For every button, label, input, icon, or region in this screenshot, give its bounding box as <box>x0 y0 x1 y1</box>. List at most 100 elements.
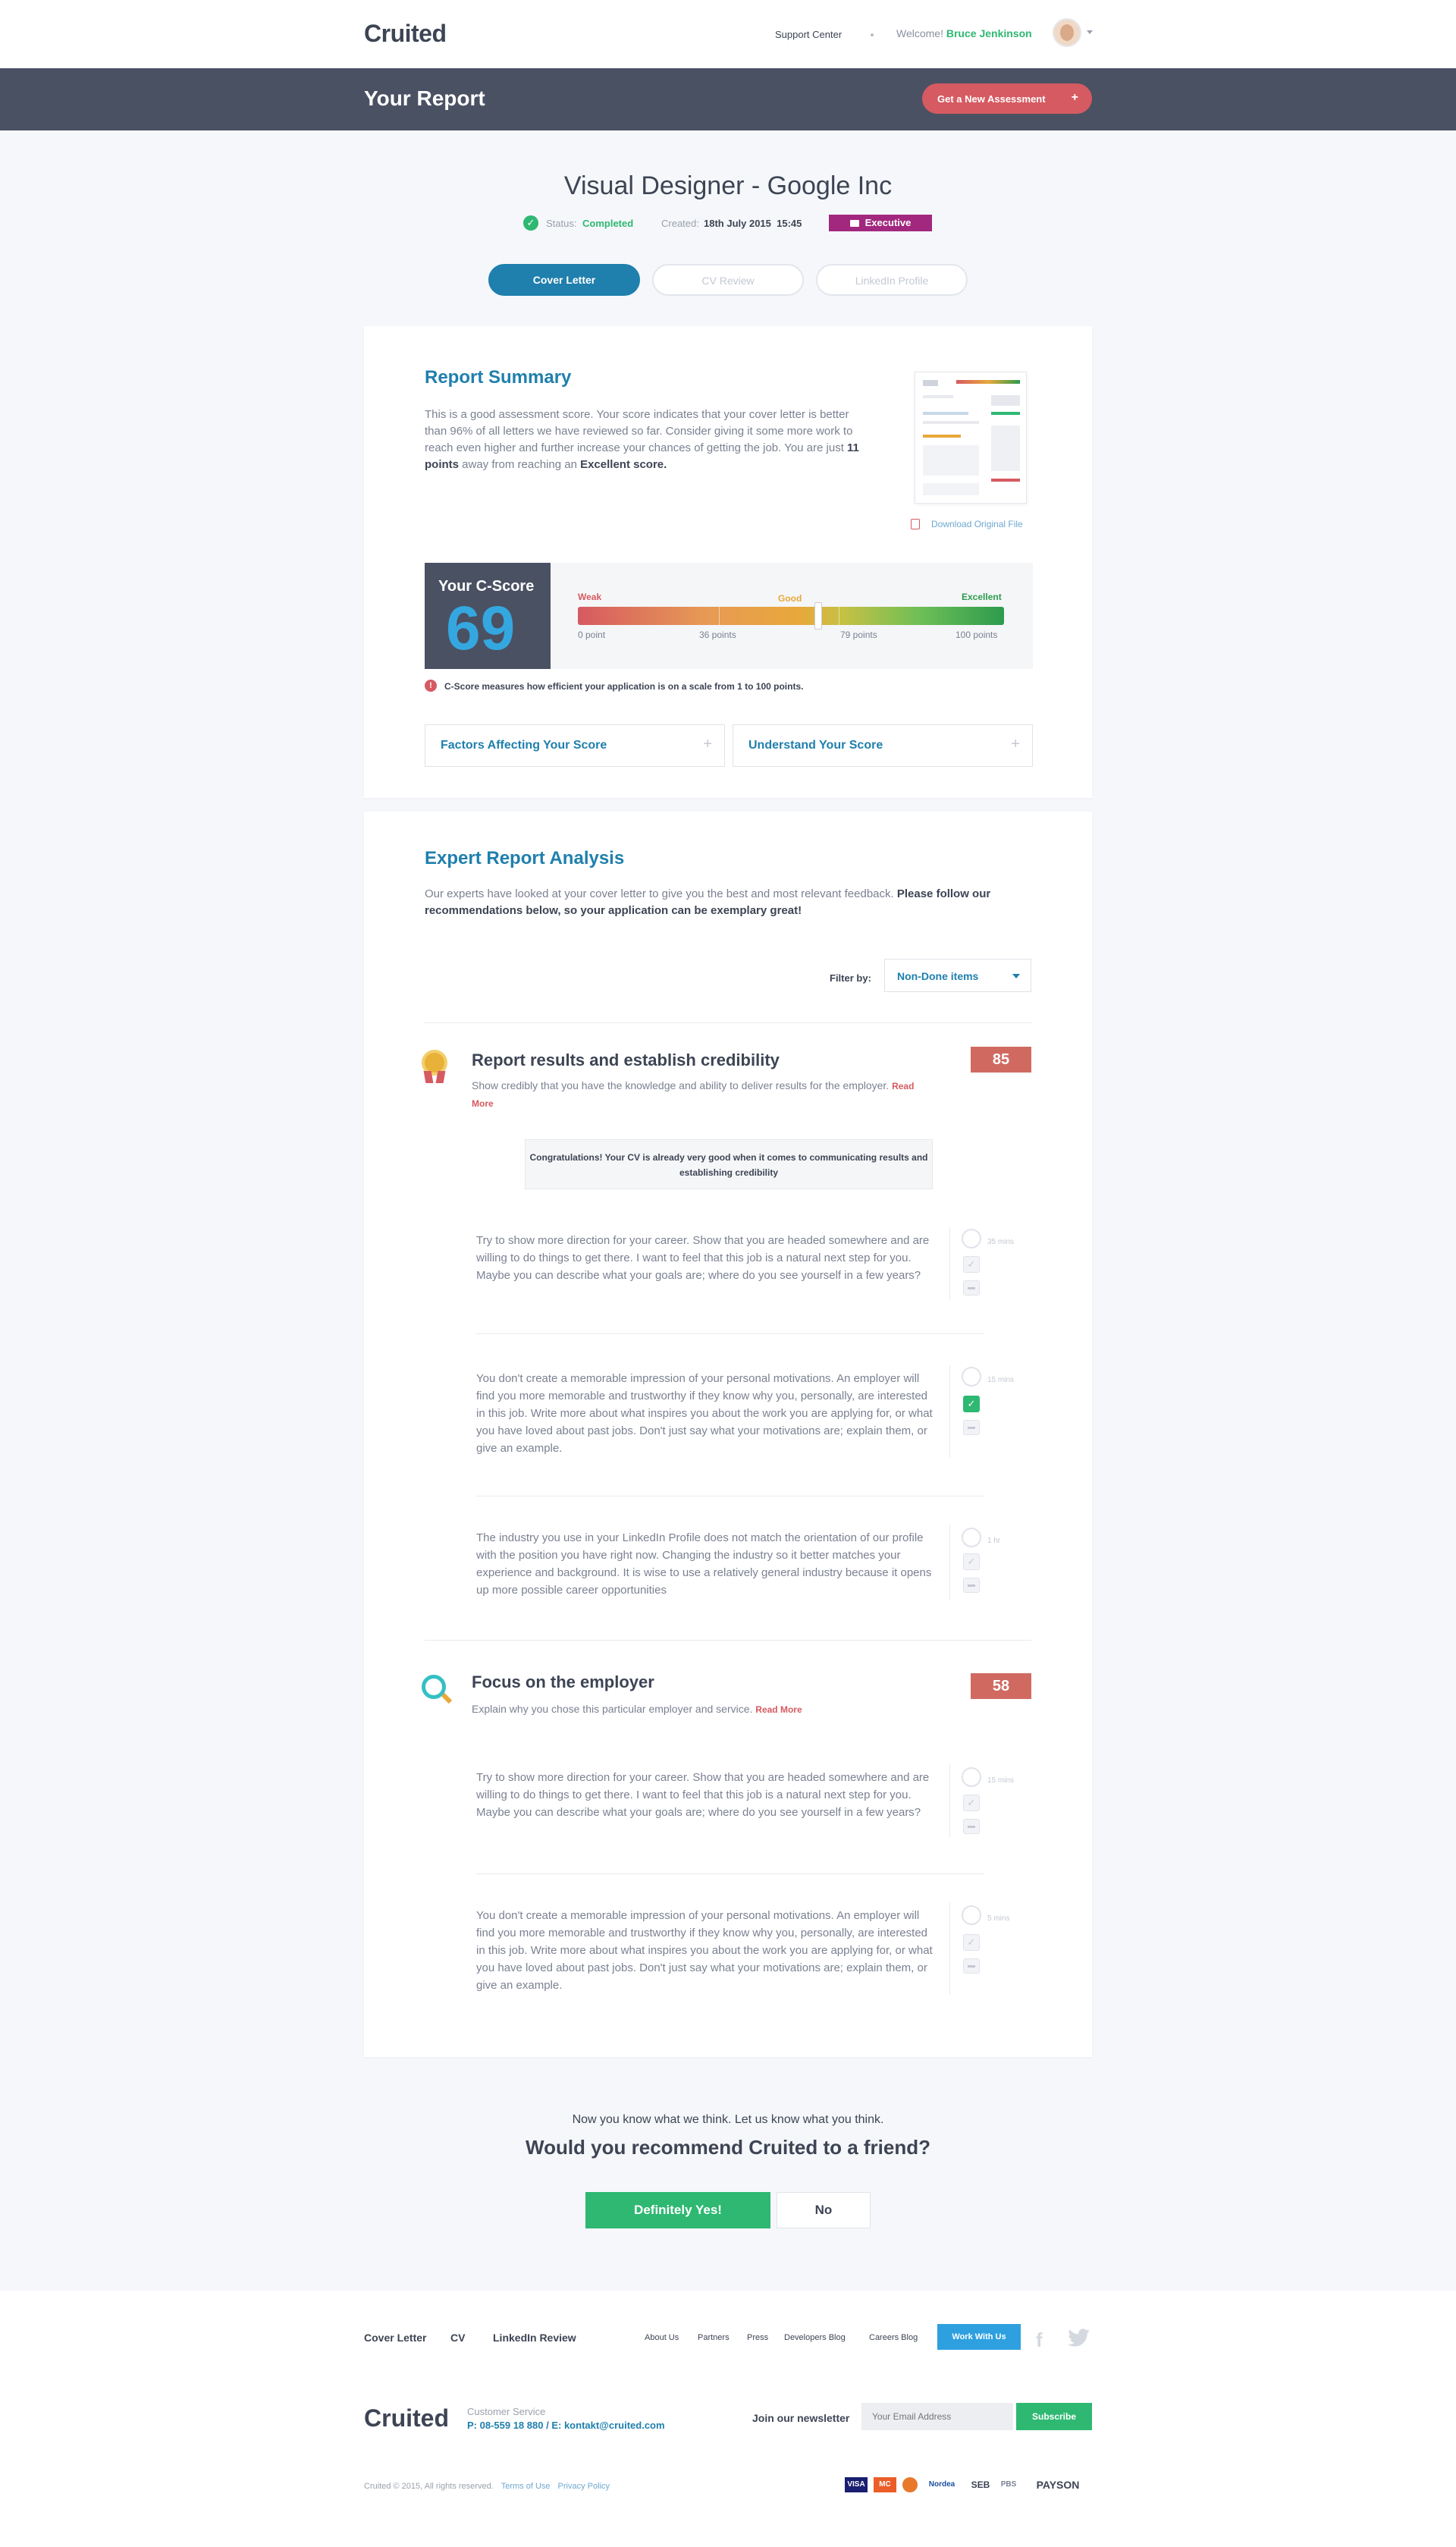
points-0: 0 point <box>578 630 606 640</box>
pbs-icon: PBS <box>1000 2480 1017 2489</box>
level-badge: Executive <box>829 215 932 231</box>
congrats-message: Congratulations! Your CV is already very… <box>525 1139 933 1189</box>
time-estimate: 15 mins <box>987 1776 1015 1785</box>
footer-link-careers-blog[interactable]: Careers Blog <box>869 2333 918 2342</box>
analysis-intro: Our experts have looked at your cover le… <box>425 886 1031 919</box>
section-score-badge: 85 <box>971 1047 1031 1073</box>
timer-icon <box>962 1905 981 1925</box>
timer-icon <box>962 1767 981 1787</box>
comment-icon[interactable]: ▬ <box>963 1420 980 1435</box>
read-more-link[interactable]: Read More <box>755 1704 802 1715</box>
item-divider <box>949 1525 950 1600</box>
check-circle-icon: ✓ <box>523 215 538 231</box>
footer-nav-cv[interactable]: CV <box>450 2332 465 2344</box>
chevron-down-icon <box>1012 974 1020 978</box>
feedback-subtitle: Now you know what we think. Let us know … <box>572 2113 884 2126</box>
footer-link-partners[interactable]: Partners <box>698 2333 730 2342</box>
customer-service-label: Customer Service <box>467 2406 546 2417</box>
welcome-prefix: Welcome! <box>896 27 943 39</box>
no-button[interactable]: No <box>777 2192 871 2228</box>
recommendation-text: Try to show more direction for your care… <box>476 1234 930 1282</box>
summary-text: This is a good assessment score. Your sc… <box>425 407 861 473</box>
time-estimate: 1 hr <box>987 1537 1001 1545</box>
tab-cv-review[interactable]: CV Review <box>652 264 804 296</box>
feedback-question: Would you recommend Cruited to a friend? <box>526 2136 930 2159</box>
section-title-credibility: Report results and establish credibility <box>472 1051 780 1069</box>
timer-icon <box>962 1528 981 1547</box>
comment-icon[interactable]: ▬ <box>963 1280 980 1295</box>
plus-icon: + <box>1071 91 1078 104</box>
yes-button[interactable]: Definitely Yes! <box>585 2192 770 2228</box>
section-desc-employer: Explain why you chose this particular em… <box>472 1701 934 1718</box>
filter-select[interactable]: Non-Done items <box>884 959 1031 992</box>
item-divider <box>949 1365 950 1458</box>
time-estimate: 5 mins <box>987 1914 1010 1923</box>
divider <box>425 1640 1031 1641</box>
work-with-us-button[interactable]: Work With Us <box>937 2324 1021 2350</box>
level-weak: Weak <box>578 592 602 602</box>
comment-icon[interactable]: ▬ <box>963 1578 980 1593</box>
logo[interactable]: Cruited <box>364 20 447 48</box>
item-divider <box>949 1764 950 1837</box>
copyright-text: Cruited © 2015, All rights reserved. <box>364 2482 494 2491</box>
status-label: Status: <box>546 218 577 229</box>
subscribe-button[interactable]: Subscribe <box>1016 2403 1092 2430</box>
footer-logo[interactable]: Cruited <box>364 2404 449 2432</box>
chevron-down-icon[interactable] <box>1087 30 1093 34</box>
new-assessment-button[interactable]: Get a New Assessment + <box>922 83 1092 114</box>
document-thumbnail[interactable] <box>915 372 1027 504</box>
user-name[interactable]: Bruce Jenkinson <box>946 27 1032 39</box>
plus-icon: + <box>703 736 712 752</box>
filter-label: Filter by: <box>830 972 871 984</box>
privacy-link[interactable]: Privacy Policy <box>558 2482 610 2491</box>
twitter-icon[interactable] <box>1066 2329 1092 2348</box>
understand-accordion[interactable]: Understand Your Score + <box>733 724 1033 767</box>
mark-done-checkbox[interactable]: ✓ <box>963 1396 980 1412</box>
understand-accordion-label: Understand Your Score <box>748 739 883 752</box>
footer-link-about[interactable]: About Us <box>645 2333 679 2342</box>
facebook-icon[interactable]: f <box>1036 2329 1043 2352</box>
recommendation-text: You don't create a memorable impression … <box>476 1372 933 1455</box>
report-summary-heading: Report Summary <box>425 367 572 388</box>
comment-icon[interactable]: ▬ <box>963 1958 980 1974</box>
section-desc-text: Explain why you chose this particular em… <box>472 1703 753 1715</box>
factors-accordion-label: Factors Affecting Your Score <box>441 739 607 752</box>
footer-nav-cover-letter[interactable]: Cover Letter <box>364 2332 426 2344</box>
terms-link[interactable]: Terms of Use <box>501 2482 551 2491</box>
footer <box>0 2291 1456 2547</box>
section-title-employer: Focus on the employer <box>472 1672 654 1691</box>
support-center-link[interactable]: Support Center <box>775 29 842 40</box>
divider <box>425 1022 1031 1023</box>
email[interactable]: E: kontakt@cruited.com <box>551 2420 664 2431</box>
footer-link-dev-blog[interactable]: Developers Blog <box>784 2333 846 2342</box>
footer-link-press[interactable]: Press <box>747 2333 768 2342</box>
newsletter-email-input[interactable] <box>861 2403 1013 2430</box>
tab-cover-letter[interactable]: Cover Letter <box>488 264 640 296</box>
level-badge-label: Executive <box>864 217 912 228</box>
pdf-icon <box>911 519 920 529</box>
payson-icon: PAYSON <box>1036 2479 1080 2491</box>
factors-accordion[interactable]: Factors Affecting Your Score + <box>425 724 725 767</box>
mark-done-checkbox[interactable]: ✓ <box>963 1256 980 1273</box>
level-excellent: Excellent <box>962 592 1002 602</box>
download-file-link[interactable]: Download Original File <box>931 519 1023 529</box>
mark-done-checkbox[interactable]: ✓ <box>963 1795 980 1811</box>
info-icon: ! <box>425 680 437 692</box>
avatar[interactable] <box>1053 18 1081 47</box>
comment-icon[interactable]: ▬ <box>963 1819 980 1834</box>
tab-linkedin-profile[interactable]: LinkedIn Profile <box>816 264 968 296</box>
created-value: 18th July 2015 15:45 <box>704 218 802 229</box>
mark-done-checkbox[interactable]: ✓ <box>963 1553 980 1570</box>
payment-icon <box>902 2477 918 2492</box>
time-estimate: 35 mins <box>987 1238 1015 1246</box>
customer-service-contact: P: 08-559 18 880 / E: kontakt@cruited.co… <box>467 2420 665 2431</box>
cscore-value: 69 <box>446 594 516 663</box>
expert-analysis-heading: Expert Report Analysis <box>425 848 625 868</box>
time-estimate: 15 mins <box>987 1376 1015 1384</box>
level-good: Good <box>778 593 802 604</box>
mark-done-checkbox[interactable]: ✓ <box>963 1934 980 1951</box>
briefcase-icon <box>849 220 859 227</box>
phone[interactable]: P: 08-559 18 880 <box>467 2420 543 2431</box>
footer-nav-linkedin[interactable]: LinkedIn Review <box>493 2332 576 2344</box>
avatar-face <box>1060 24 1074 41</box>
